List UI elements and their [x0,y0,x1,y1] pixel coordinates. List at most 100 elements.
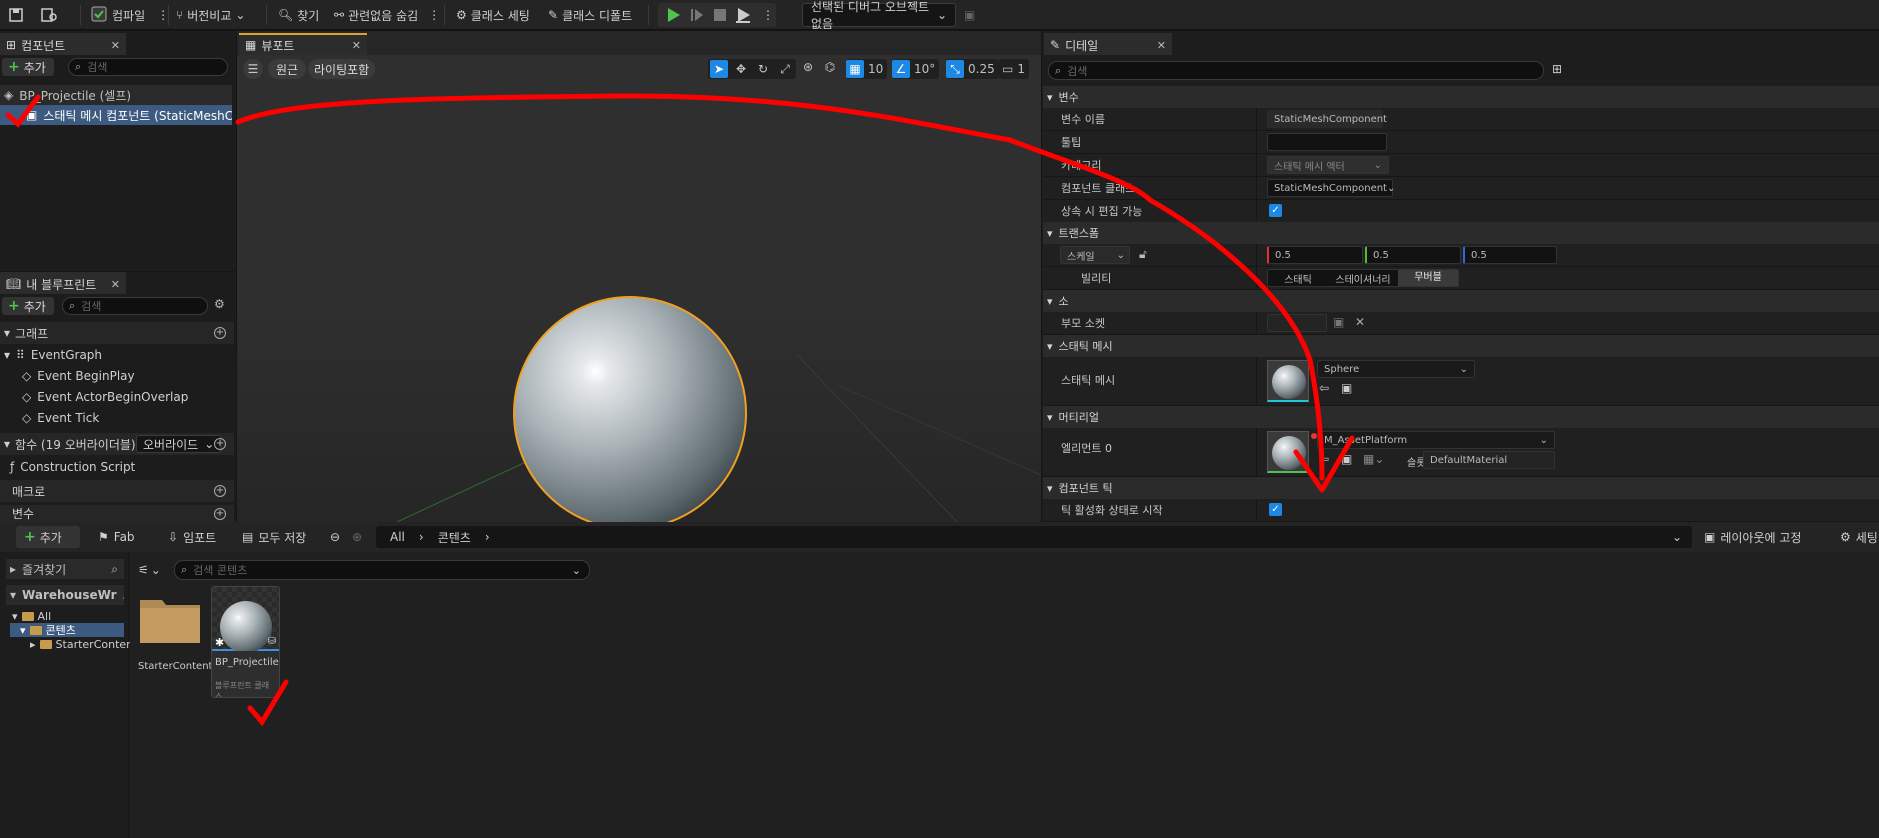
editable-checkbox[interactable]: ✓ [1269,204,1282,217]
close-icon[interactable]: ✕ [111,39,120,52]
asset-search-input[interactable]: ⌕ 검색 콘텐츠 ⌄ [174,560,590,580]
close-icon[interactable]: ✕ [111,278,120,291]
event-graph-item[interactable]: ▾ ⠿ EventGraph [4,348,102,362]
add-macro-icon[interactable]: + [214,485,226,497]
grid-snap-control[interactable]: ▦ 10 [846,59,888,79]
viewport-canvas[interactable] [237,55,1041,522]
add-function-icon[interactable]: + [214,438,226,450]
variable-name-field[interactable]: StaticMeshComponent [1267,110,1387,128]
world-local-icon[interactable]: ⊛ [800,60,816,74]
event-item[interactable]: ◇ Event BeginPlay [22,369,135,383]
section-transform[interactable]: ▾ 트랜스폼 [1043,222,1879,244]
asset-tile-folder[interactable]: StarterContent [138,588,212,698]
scale-y-field[interactable]: 0.5 [1365,246,1461,264]
section-functions[interactable]: ▾ 함수 (19 오버라이더블) 오버라이드 ⌄ + [0,433,234,455]
details-search-input[interactable]: ⌕ 검색 [1048,61,1544,80]
category-dropdown[interactable]: 스태틱 메시 액터 ⌄ [1267,156,1389,174]
translate-icon[interactable]: ✥ [732,62,750,76]
material-dropdown[interactable]: M_AssetPlatform ⌄ [1317,431,1555,449]
parent-socket-field[interactable] [1267,314,1327,332]
add-variable-icon[interactable]: + [214,507,226,520]
class-settings-button[interactable]: ⚙ 클래스 세팅 [456,0,530,30]
tooltip-field[interactable] [1267,133,1387,151]
stop-button[interactable] [712,0,728,30]
add-member-button[interactable]: + 추가 [2,297,54,315]
camera-speed-control[interactable]: ▭ 1 [998,59,1029,79]
surface-snap-icon[interactable]: ⌬ [822,60,838,74]
rotate-icon[interactable]: ↻ [754,62,772,76]
component-tree-root[interactable]: ◈ BP_Projectile (셀프) [0,85,232,105]
sphere-mesh[interactable] [513,296,747,522]
scale-z-field[interactable]: 0.5 [1463,246,1557,264]
browse-socket-icon[interactable]: ▣ [1333,315,1344,329]
tree-content[interactable]: ▾ 콘텐츠 [10,623,124,637]
play-button[interactable] [664,0,682,30]
kebab-icon[interactable]: ⋮ [428,8,440,22]
mobility-stationary-option[interactable]: 스테이셔너리 [1328,271,1398,286]
perspective-button[interactable]: 원근 [268,59,307,79]
browse-asset-icon[interactable]: ▣ [1341,452,1352,466]
material-thumbnail[interactable] [1267,431,1309,473]
rotation-snap-control[interactable]: ∠ 10° [892,59,940,79]
section-sockets[interactable]: ▾ 소 [1043,290,1879,312]
tree-starter-content[interactable]: ▸ StarterContent [30,638,137,651]
section-component-tick[interactable]: ▾ 컴포넌트 틱 [1043,477,1879,499]
import-button[interactable]: ⇩ 임포트 [168,522,216,552]
add-graph-icon[interactable]: + [214,327,226,339]
mobility-static-option[interactable]: 스태틱 [1268,271,1328,286]
property-matrix-icon[interactable]: ⊞ [1552,62,1562,76]
component-class-dropdown[interactable]: StaticMeshComponent ⌄ [1267,179,1395,197]
my-blueprint-search-input[interactable]: ⌕ 검색 [62,297,208,315]
override-dropdown[interactable]: 오버라이드 ⌄ [136,435,222,453]
save-all-button[interactable]: ▤ 모두 저장 [242,522,306,552]
debug-object-dropdown[interactable]: 선택된 디버그 오브젝트 없음 ⌄ [802,0,956,31]
resume-button[interactable] [688,0,706,30]
section-static-mesh[interactable]: ▾ 스태틱 메시 [1043,335,1879,357]
static-mesh-thumbnail[interactable] [1267,360,1309,402]
asset-tile-bp-projectile[interactable]: ✱ ⛁ BP_Projectile 블루프린트 클래스 [211,586,280,698]
settings-button[interactable]: ⚙ 세팅 [1840,522,1878,552]
event-item[interactable]: ◇ Event Tick [22,411,99,425]
hide-unrelated-button[interactable]: ⚯ 관련없음 숨김 ⋮ [334,0,440,30]
section-variables[interactable]: 변수 + [0,505,234,522]
back-button[interactable]: ⊖ [330,522,340,552]
tab-viewport[interactable]: ▦ 뷰포트 ✕ [239,33,367,55]
scale-snap-control[interactable]: ⤡ 0.25 [946,59,999,79]
scale-mode-dropdown[interactable]: 스케일 ⌄ [1060,246,1130,264]
close-icon[interactable]: ✕ [352,39,361,52]
debug-filter-icon[interactable]: ▣ [964,0,975,30]
lighting-mode-button[interactable]: 라이팅포함 [308,59,376,79]
select-mode-icon[interactable]: ➤ [710,60,728,78]
mobility-movable-option[interactable]: 무버블 [1398,270,1458,286]
unlock-icon[interactable]: 🔓︎ [1139,247,1147,262]
components-search-input[interactable]: ⌕ 검색 [68,58,228,76]
tab-details[interactable]: ✎ 디테일 ✕ [1044,33,1172,55]
save-icon[interactable] [8,0,24,30]
static-mesh-dropdown[interactable]: Sphere ⌄ [1317,360,1475,378]
hamburger-menu-icon[interactable]: ☰ [243,59,263,79]
class-defaults-button[interactable]: ✎ 클래스 디폴트 [548,0,632,30]
component-static-mesh[interactable]: ▣ 스태틱 메시 컴포넌트 (StaticMeshCompo [0,105,232,125]
section-graphs[interactable]: ▾ 그래프 + [0,322,234,344]
play-options-kebab-icon[interactable]: ⋮ [762,0,774,30]
section-variable[interactable]: ▾ 변수 [1043,86,1879,108]
breadcrumb-all[interactable]: All [390,530,405,544]
filter-button[interactable]: ⚟ ⌄ [138,560,161,580]
gear-icon[interactable]: ⚙ [214,297,225,311]
browse-asset-icon[interactable]: ▣ [1341,381,1352,395]
favorites-header[interactable]: ▸ 즐겨찾기 ⌕ [6,559,124,579]
construction-script-item[interactable]: ƒ Construction Script [10,460,135,474]
breadcrumb-content[interactable]: 콘텐츠 [438,529,471,546]
history-dropdown-icon[interactable]: ⌄ [1672,530,1682,544]
start-with-tick-checkbox[interactable]: ✓ [1269,503,1282,516]
tab-my-blueprint[interactable]: 📖︎ 내 블루프린트 ✕ [0,272,126,294]
project-header[interactable]: ▾ WarehouseWr ⌕ [6,585,124,605]
compile-button[interactable]: 컴파일 ⋮ [90,0,169,30]
material-options-icon[interactable]: ▦⌄ [1363,452,1384,466]
tab-components[interactable]: ⊞ 컴포넌트 ✕ [0,33,126,55]
forward-button[interactable]: ⊕ [352,522,362,552]
scale-icon[interactable]: ⤢ [776,62,794,77]
add-component-button[interactable]: + 추가 [2,58,54,76]
search-icon[interactable]: ⌕ [111,562,118,577]
search-icon[interactable]: ⌕ [123,588,124,603]
